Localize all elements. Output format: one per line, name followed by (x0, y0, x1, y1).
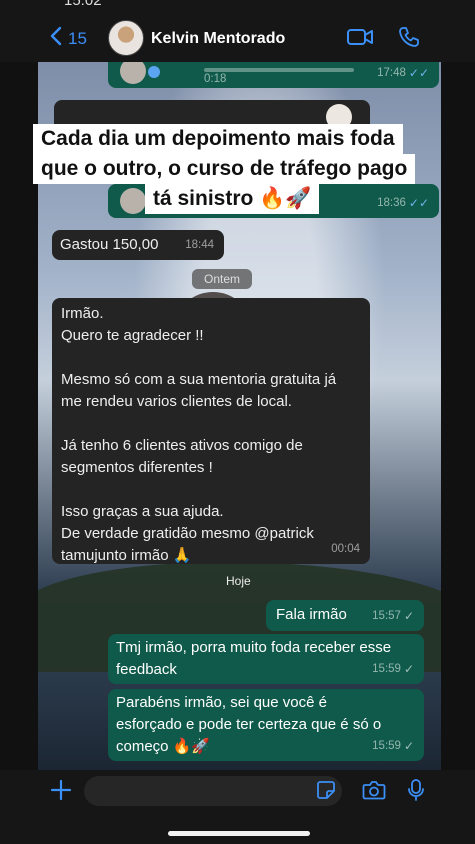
text-line: Isso graças a sua ajuda. (61, 503, 224, 520)
contact-name[interactable]: Kelvin Mentorado (151, 30, 285, 48)
sent-receipt-icon: ✓ (403, 739, 414, 753)
message-outgoing[interactable]: Fala irmão 15:57 ✓ (266, 600, 424, 631)
message-time: 15:59 ✓ (372, 735, 414, 757)
message-time: 18:44 (185, 239, 214, 251)
text-line: tamujunto irmão 🙏 (61, 547, 192, 564)
status-time: 15:02 (64, 0, 102, 9)
text-line: Parabéns irmão, sei que você é (116, 694, 327, 711)
message-time: 00:04 (331, 543, 360, 555)
date-separator: Ontem (192, 269, 253, 289)
message-time-text: 15:57 (372, 610, 401, 622)
text-line: Já tenho 6 clientes ativos comigo de (61, 437, 303, 454)
plus-icon[interactable] (50, 779, 72, 806)
date-separator: Hoje (226, 574, 251, 588)
text-line: segmentos diferentes ! (61, 459, 213, 476)
message-text: Gastou 150,00 (60, 236, 159, 253)
microphone-icon[interactable] (407, 778, 425, 807)
text-line: começo 🔥🚀 (116, 738, 211, 755)
message-text: Irmão. Quero te agradecer !! Mesmo só co… (61, 303, 366, 567)
audio-message[interactable]: 0:18 17:48 ✓✓ (108, 62, 439, 88)
caption-line: que o outro, o curso de tráfego pago (33, 154, 416, 184)
message-outgoing[interactable]: Parabéns irmão, sei que você é esforçado… (108, 689, 424, 761)
message-time: 18:36 ✓✓ (377, 192, 429, 214)
message-time-text: 15:59 (372, 663, 401, 675)
phone-icon[interactable] (395, 24, 423, 50)
text-line: Irmão. (61, 305, 104, 322)
message-time: 17:48 ✓✓ (377, 62, 429, 84)
sticker-icon[interactable] (316, 780, 336, 805)
back-button[interactable]: 15 (50, 26, 87, 51)
message-time-text: 18:36 (377, 197, 406, 209)
text-line: feedback (116, 661, 177, 678)
sent-receipt-icon: ✓ (403, 609, 414, 623)
audio-avatar (120, 188, 146, 214)
caption-line: Cada dia um depoimento mais foda (33, 124, 403, 154)
video-camera-icon[interactable] (346, 24, 374, 50)
message-text: Parabéns irmão, sei que você é esforçado… (116, 692, 381, 758)
caption-line: tá sinistro 🔥🚀 (145, 184, 320, 214)
home-indicator[interactable] (168, 831, 310, 836)
message-time: 15:57 ✓ (372, 605, 414, 627)
audio-waveform[interactable] (204, 68, 354, 72)
avatar[interactable] (108, 20, 144, 56)
message-text: Fala irmão (276, 606, 347, 623)
message-incoming-long[interactable]: Irmão. Quero te agradecer !! Mesmo só co… (52, 298, 370, 564)
audio-avatar (120, 62, 146, 84)
read-receipt-icon: ✓✓ (408, 66, 429, 80)
message-time: 15:59 ✓ (372, 658, 414, 680)
back-count: 15 (68, 28, 87, 48)
camera-icon[interactable] (362, 779, 386, 806)
message-time-text: 17:48 (377, 67, 406, 79)
message-text: Tmj irmão, porra muito foda receber esse… (116, 637, 391, 681)
text-line: Tmj irmão, porra muito foda receber esse (116, 639, 392, 656)
microphone-icon (148, 66, 160, 78)
text-line: me rendeu varios clientes de local. (61, 393, 292, 410)
message-time-text: 15:59 (372, 740, 401, 752)
text-line: De verdade gratidão mesmo @patrick (61, 525, 314, 542)
audio-duration: 0:18 (204, 73, 227, 85)
text-line: esforçado e pode ter certeza que é só o (116, 716, 382, 733)
text-line: Mesmo só com a sua mentoria gratuita já (61, 371, 337, 388)
message-input[interactable] (84, 776, 342, 806)
read-receipt-icon: ✓✓ (408, 196, 429, 210)
chevron-left-icon (50, 26, 62, 51)
chat-header: 15:02 15 Kelvin Mentorado (0, 0, 475, 62)
sent-receipt-icon: ✓ (403, 662, 414, 676)
message-incoming[interactable]: Gastou 150,00 18:44 (52, 230, 224, 260)
message-outgoing[interactable]: Tmj irmão, porra muito foda receber esse… (108, 634, 424, 684)
text-line: Quero te agradecer !! (61, 327, 204, 344)
